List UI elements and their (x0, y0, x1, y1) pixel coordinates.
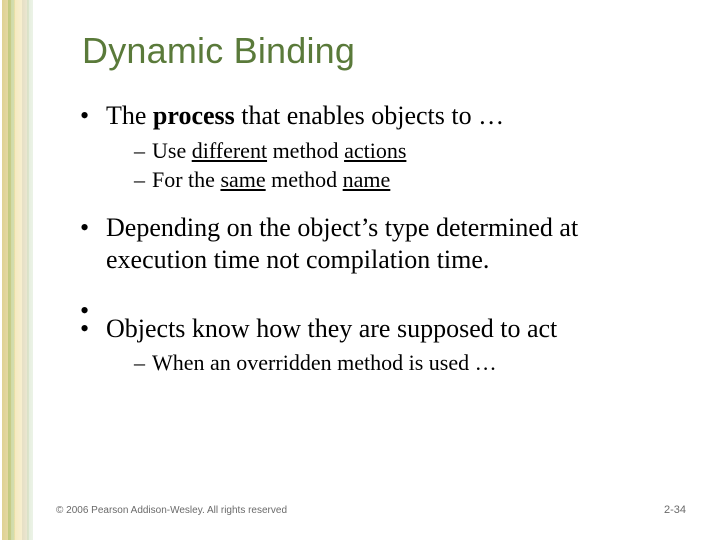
text-underline: name (343, 167, 391, 192)
text-strong: process (153, 101, 235, 130)
decorative-left-bars (0, 0, 40, 540)
text-fragment: Use (152, 138, 192, 163)
bullet-process: The process that enables objects to … Us… (80, 100, 680, 194)
text-fragment: When an overridden method is used … (152, 350, 497, 375)
footer-copyright: © 2006 Pearson Addison-Wesley. All right… (56, 505, 287, 516)
slide-title: Dynamic Binding (82, 30, 355, 72)
text-fragment: that enables objects to … (235, 101, 504, 130)
text-fragment: method (266, 167, 343, 192)
slide-body: The process that enables objects to … Us… (80, 100, 680, 395)
text-fragment: method (267, 138, 344, 163)
subbullet-overridden: When an overridden method is used … (134, 349, 680, 377)
slide: Dynamic Binding The process that enables… (0, 0, 720, 540)
text-fragment: The (106, 101, 153, 130)
bullet-objects-know: Objects know how they are supposed to ac… (80, 313, 680, 377)
text-fragment: For the (152, 167, 220, 192)
text-underline: same (220, 167, 265, 192)
subbullet-different-actions: Use different method actions (134, 137, 680, 165)
text-underline: actions (344, 138, 406, 163)
subbullet-same-name: For the same method name (134, 166, 680, 194)
footer-page-number: 2-34 (664, 504, 686, 516)
bullet-depending: Depending on the object’s type determine… (80, 212, 680, 277)
text-underline: different (192, 138, 267, 163)
text-fragment: Objects know how they are supposed to ac… (106, 314, 557, 343)
spacer (80, 295, 680, 313)
text-fragment: Depending on the object’s type determine… (106, 213, 578, 275)
